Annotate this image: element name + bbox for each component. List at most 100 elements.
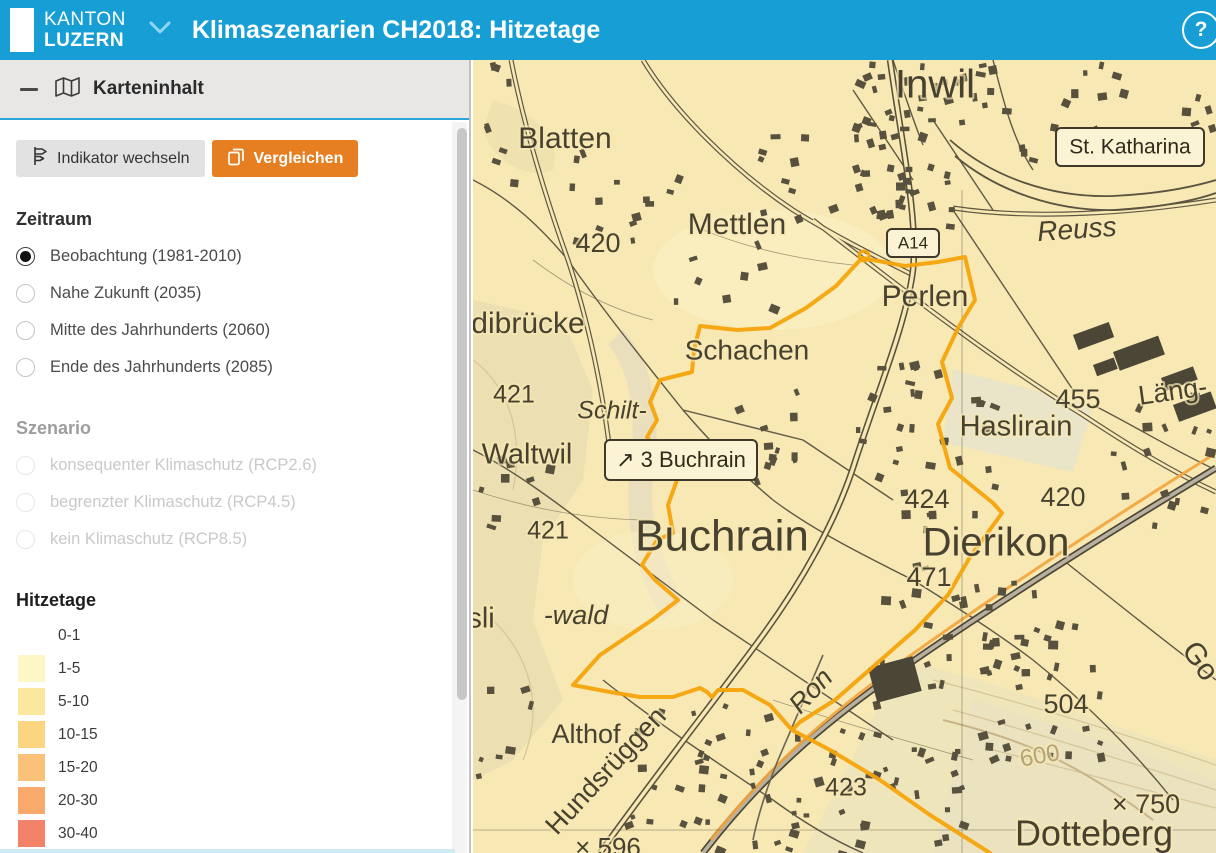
logo-mark (10, 8, 34, 52)
legend-label: 30-40 (58, 825, 98, 843)
app-header: KANTON LUZERN Klimaszenarien CH2018: Hit… (0, 0, 1216, 60)
radio-option-rcp85: kein Klimaschutz (RCP8.5) (16, 521, 469, 558)
indicator-switch-button[interactable]: Indikator wechseln (16, 140, 205, 177)
sidebar-bottom-strip (0, 849, 455, 853)
svg-text:Mettlen: Mettlen (688, 208, 786, 241)
legend-label: 5-10 (58, 693, 89, 711)
legend-swatch (18, 787, 45, 814)
chevron-down-icon[interactable] (148, 20, 172, 41)
panel-title: Karteninhalt (93, 78, 204, 100)
indicator-switch-label: Indikator wechseln (57, 150, 190, 168)
svg-text:Schachen: Schachen (685, 334, 810, 365)
svg-text:471: 471 (906, 562, 951, 592)
legend-row: 20-30 (16, 784, 469, 817)
scrollbar-thumb[interactable] (457, 128, 467, 700)
svg-text:sli: sli (473, 603, 495, 635)
legend-label: 0-1 (58, 627, 80, 645)
signpost-icon (31, 146, 48, 171)
radio-circle (16, 456, 35, 475)
svg-text:Inwil: Inwil (895, 63, 975, 107)
radio-label: Beobachtung (1981-2010) (50, 247, 242, 266)
svg-text:423: 423 (825, 774, 867, 802)
svg-text:420: 420 (575, 228, 620, 258)
radio-option-mitte-jahrhundert[interactable]: Mitte des Jahrhunderts (2060) (16, 312, 469, 349)
heading-szenario: Szenario (16, 418, 469, 439)
legend-label: 15-20 (58, 759, 98, 777)
svg-text:Schilt-: Schilt- (577, 397, 646, 425)
radio-label: Ende des Jahrhunderts (2085) (50, 358, 273, 377)
legend-swatch (18, 655, 45, 682)
svg-text:Dotteberg: Dotteberg (1015, 813, 1173, 853)
question-icon: ? (1195, 18, 1208, 42)
svg-text:Reuss: Reuss (1036, 211, 1117, 247)
legend-label: 10-15 (58, 726, 98, 744)
panel-header: Karteninhalt (0, 60, 469, 120)
logo-line2: LUZERN (44, 30, 126, 51)
radio-circle (16, 321, 35, 340)
radio-option-rcp26: konsequenter Klimaschutz (RCP2.6) (16, 447, 469, 484)
legend-row: 5-10 (16, 685, 469, 718)
radio-circle (16, 284, 35, 303)
radio-circle (16, 247, 35, 266)
radio-option-nahe-zukunft[interactable]: Nahe Zukunft (2035) (16, 275, 469, 312)
legend-swatch (18, 820, 45, 847)
compare-button[interactable]: Vergleichen (212, 140, 359, 177)
heading-hitzetage: Hitzetage (16, 590, 469, 611)
legend-swatch (18, 721, 45, 748)
svg-text:Haslirain: Haslirain (960, 411, 1073, 443)
svg-text:Dierikon: Dierikon (923, 521, 1070, 565)
radio-label: Nahe Zukunft (2035) (50, 284, 201, 303)
svg-text:× 596: × 596 (575, 832, 641, 853)
radio-label: konsequenter Klimaschutz (RCP2.6) (50, 456, 317, 475)
svg-text:dibrücke: dibrücke (473, 307, 585, 340)
svg-text:St. Katharina: St. Katharina (1069, 136, 1191, 159)
svg-text:424: 424 (904, 484, 949, 514)
legend-label: 20-30 (58, 792, 98, 810)
radio-option-beobachtung[interactable]: Beobachtung (1981-2010) (16, 238, 469, 275)
svg-text:-wald: -wald (544, 600, 610, 630)
legend-swatch (18, 622, 45, 649)
map-icon (54, 76, 81, 103)
page-title: Klimaszenarien CH2018: Hitzetage (192, 16, 600, 45)
logo-text: KANTON LUZERN (44, 9, 126, 51)
radio-label: Mitte des Jahrhunderts (2060) (50, 321, 270, 340)
legend-row: 10-15 (16, 718, 469, 751)
svg-text:420: 420 (1040, 482, 1085, 512)
svg-text:A14: A14 (898, 233, 928, 252)
map-content-panel: Karteninhalt Indikator wechseln Vergleic… (0, 60, 471, 853)
legend-row: 30-40 (16, 817, 469, 850)
panel-body: Indikator wechseln Vergleichen Zeitraum … (0, 120, 469, 853)
radio-circle (16, 358, 35, 377)
legend-swatch (18, 754, 45, 781)
radio-circle (16, 493, 35, 512)
svg-text:Waltwil: Waltwil (482, 439, 573, 471)
radio-label: kein Klimaschutz (RCP8.5) (50, 530, 247, 549)
svg-text:Perlen: Perlen (882, 280, 969, 313)
svg-text:421: 421 (493, 381, 535, 409)
szenario-radio-group: konsequenter Klimaschutz (RCP2.6) begren… (16, 447, 469, 558)
compare-label: Vergleichen (254, 150, 344, 168)
heading-zeitraum: Zeitraum (16, 209, 469, 230)
kanton-luzern-logo: KANTON LUZERN (10, 8, 126, 52)
radio-label: begrenzter Klimaschutz (RCP4.5) (50, 493, 296, 512)
radio-option-rcp45: begrenzter Klimaschutz (RCP4.5) (16, 484, 469, 521)
svg-text:421: 421 (527, 517, 569, 545)
legend-row: 15-20 (16, 751, 469, 784)
collapse-minus-icon[interactable] (20, 88, 38, 91)
app-window: KANTON LUZERN Klimaszenarien CH2018: Hit… (0, 0, 1216, 853)
radio-option-ende-jahrhundert[interactable]: Ende des Jahrhunderts (2085) (16, 349, 469, 386)
svg-text:Blatten: Blatten (518, 122, 611, 155)
help-button[interactable]: ? (1182, 11, 1216, 49)
copy-pages-icon (227, 147, 245, 171)
legend-swatch (18, 688, 45, 715)
map-canvas[interactable]: St. Katharina A14 ↗ 3 Buchrain Blatten 420 I… (473, 60, 1216, 853)
radio-circle (16, 530, 35, 549)
svg-text:↗ 3 Buchrain: ↗ 3 Buchrain (616, 447, 746, 472)
logo-line1: KANTON (44, 9, 126, 30)
svg-text:504: 504 (1043, 689, 1088, 719)
legend-row: 1-5 (16, 652, 469, 685)
svg-text:455: 455 (1055, 384, 1100, 414)
svg-text:Buchrain: Buchrain (635, 512, 809, 561)
legend-row: 0-1 (16, 619, 469, 652)
zeitraum-radio-group: Beobachtung (1981-2010) Nahe Zukunft (20… (16, 238, 469, 386)
